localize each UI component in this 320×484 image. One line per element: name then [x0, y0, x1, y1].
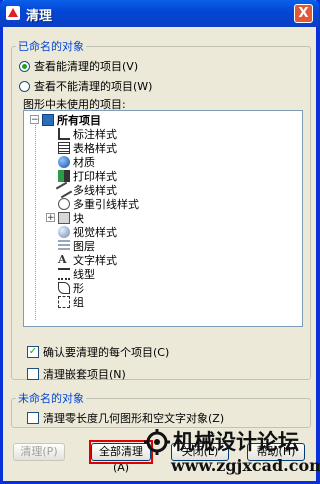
checkbox-box [27, 412, 39, 424]
radio-circle [19, 60, 30, 72]
tree-item-group[interactable]: 组 [58, 296, 84, 309]
radio-view-nonpurgeable-label: 查看不能清理的项目(W) [34, 80, 153, 93]
all-items-icon [42, 114, 54, 126]
close-icon[interactable]: X [294, 4, 313, 23]
tree-item-label: 组 [73, 296, 84, 309]
checkmark-icon: ✓ [27, 346, 39, 358]
tree-item-visualstyle[interactable]: 视觉样式 [58, 226, 117, 239]
tree-line [35, 125, 36, 320]
purge-nested-checkbox[interactable]: 清理嵌套项目(N) [27, 366, 126, 382]
block-icon [58, 212, 70, 224]
tree-item-mlinestyle[interactable]: 多线样式 [55, 181, 117, 199]
tree-item-layer[interactable]: 图层 [58, 240, 95, 253]
unnamed-objects-legend: 未命名的对象 [18, 392, 84, 405]
linetype-icon [58, 268, 70, 280]
plot-style-icon [58, 170, 70, 182]
purge-nested-label: 清理嵌套项目(N) [43, 368, 126, 381]
purge-zero-label: 清理零长度几何图形和空文字对象(Z) [43, 412, 225, 425]
tree-item-dimstyle[interactable]: 标注样式 [58, 128, 117, 141]
tree-item-textstyle[interactable]: A 文字样式 [58, 253, 117, 268]
dimension-style-icon [58, 128, 70, 140]
mleader-style-icon [58, 198, 70, 210]
radio-view-purgeable[interactable]: 查看能清理的项目(V) [19, 58, 138, 74]
confirm-each-label: 确认要清理的每个项目(C) [43, 346, 170, 359]
collapse-icon[interactable]: − [30, 115, 39, 125]
shape-icon [58, 282, 70, 294]
named-objects-legend: 已命名的对象 [18, 40, 84, 53]
title-bar[interactable]: 清理 X [0, 0, 319, 27]
radio-view-nonpurgeable[interactable]: 查看不能清理的项目(W) [19, 78, 152, 94]
tree-item-shape[interactable]: 形 [58, 282, 84, 295]
material-icon [58, 156, 70, 168]
purge-dialog: 清理 X 已命名的对象 查看能清理的项目(V) 查看不能清理的项目(W) 图形中… [0, 0, 320, 484]
tree-item-block[interactable]: 块 [58, 212, 84, 225]
items-tree[interactable]: − 所有项目 标注样式 表格样式 材质 打印样式 多线样式 多重引线样式 + 块… [23, 110, 303, 327]
group-icon [58, 296, 70, 308]
purge-button[interactable]: 清理(P) [13, 443, 65, 461]
watermark-url: www.zgjxcad.com [171, 456, 320, 475]
tree-item-mleaderstyle[interactable]: 多重引线样式 [58, 198, 139, 211]
app-icon [6, 6, 20, 20]
text-style-icon: A [58, 253, 67, 266]
visual-style-icon [58, 226, 70, 238]
confirm-each-checkbox[interactable]: ✓ 确认要清理的每个项目(C) [27, 344, 169, 360]
checkbox-box [27, 368, 39, 380]
tree-root[interactable]: 所有项目 [42, 114, 101, 127]
radio-view-purgeable-label: 查看能清理的项目(V) [34, 60, 139, 73]
tree-item-tablestyle[interactable]: 表格样式 [58, 142, 117, 155]
table-style-icon [58, 142, 70, 154]
layer-icon [58, 240, 70, 252]
window-title: 清理 [26, 9, 53, 24]
tree-item-linetype[interactable]: 线型 [58, 268, 95, 281]
multiline-style-icon [55, 181, 73, 199]
watermark-title: 机械设计论坛 [173, 429, 299, 454]
watermark: 机械设计论坛 www.zgjxcad.com [143, 426, 320, 484]
radio-circle [19, 80, 30, 92]
tree-item-material[interactable]: 材质 [58, 156, 95, 169]
expand-icon[interactable]: + [46, 213, 55, 223]
purge-zero-checkbox[interactable]: 清理零长度几何图形和空文字对象(Z) [27, 410, 224, 426]
gear-logo-icon [144, 429, 170, 455]
tree-item-plotstyle[interactable]: 打印样式 [58, 170, 117, 183]
